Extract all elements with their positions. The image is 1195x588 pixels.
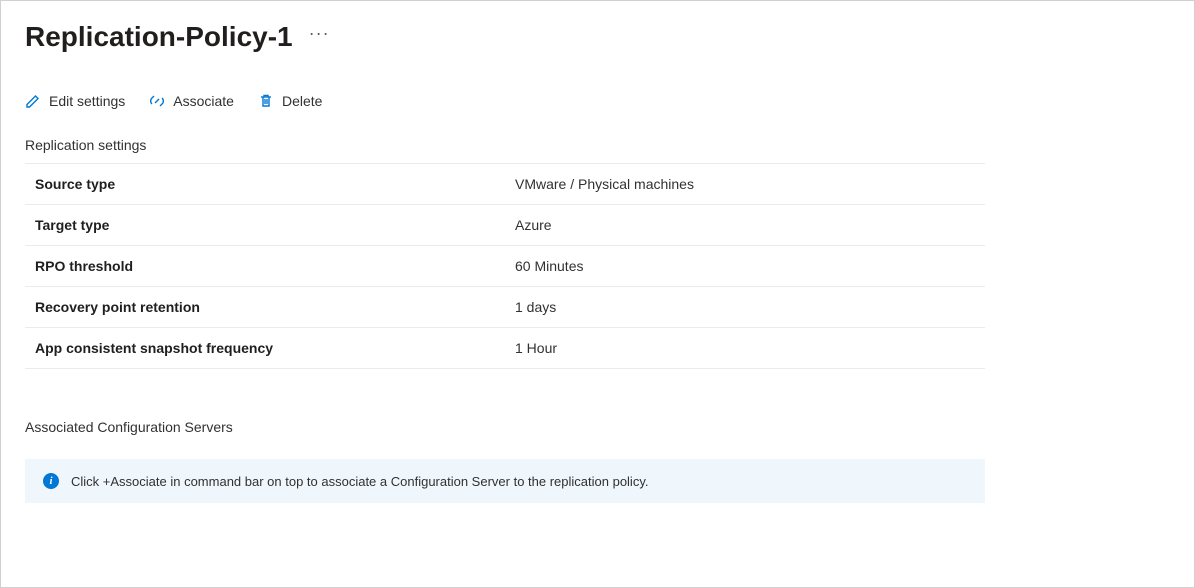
setting-value: 1 days: [505, 287, 985, 328]
table-row: Recovery point retention 1 days: [25, 287, 985, 328]
info-message-text: Click +Associate in command bar on top t…: [71, 474, 648, 489]
policy-page: Replication-Policy-1 ··· Edit settings A…: [0, 0, 1195, 588]
pencil-icon: [25, 93, 41, 109]
setting-label: Source type: [25, 164, 505, 205]
more-actions-button[interactable]: ···: [309, 24, 330, 50]
associate-button[interactable]: Associate: [149, 93, 234, 109]
setting-label: RPO threshold: [25, 246, 505, 287]
setting-label: Target type: [25, 205, 505, 246]
trash-icon: [258, 93, 274, 109]
setting-value: Azure: [505, 205, 985, 246]
replication-settings-label: Replication settings: [25, 137, 1170, 153]
setting-value: 60 Minutes: [505, 246, 985, 287]
associate-label: Associate: [173, 93, 234, 109]
setting-label: App consistent snapshot frequency: [25, 328, 505, 369]
edit-settings-button[interactable]: Edit settings: [25, 93, 125, 109]
setting-value: VMware / Physical machines: [505, 164, 985, 205]
link-icon: [149, 93, 165, 109]
page-header: Replication-Policy-1 ···: [25, 21, 1170, 53]
edit-settings-label: Edit settings: [49, 93, 125, 109]
command-bar: Edit settings Associate: [25, 93, 1170, 109]
info-icon: i: [43, 473, 59, 489]
table-row: App consistent snapshot frequency 1 Hour: [25, 328, 985, 369]
table-row: Target type Azure: [25, 205, 985, 246]
delete-label: Delete: [282, 93, 322, 109]
info-message-bar: i Click +Associate in command bar on top…: [25, 459, 985, 503]
associated-servers-label: Associated Configuration Servers: [25, 419, 1170, 435]
replication-settings-table: Source type VMware / Physical machines T…: [25, 163, 985, 369]
setting-label: Recovery point retention: [25, 287, 505, 328]
page-title: Replication-Policy-1: [25, 21, 293, 53]
setting-value: 1 Hour: [505, 328, 985, 369]
table-row: RPO threshold 60 Minutes: [25, 246, 985, 287]
delete-button[interactable]: Delete: [258, 93, 322, 109]
table-row: Source type VMware / Physical machines: [25, 164, 985, 205]
